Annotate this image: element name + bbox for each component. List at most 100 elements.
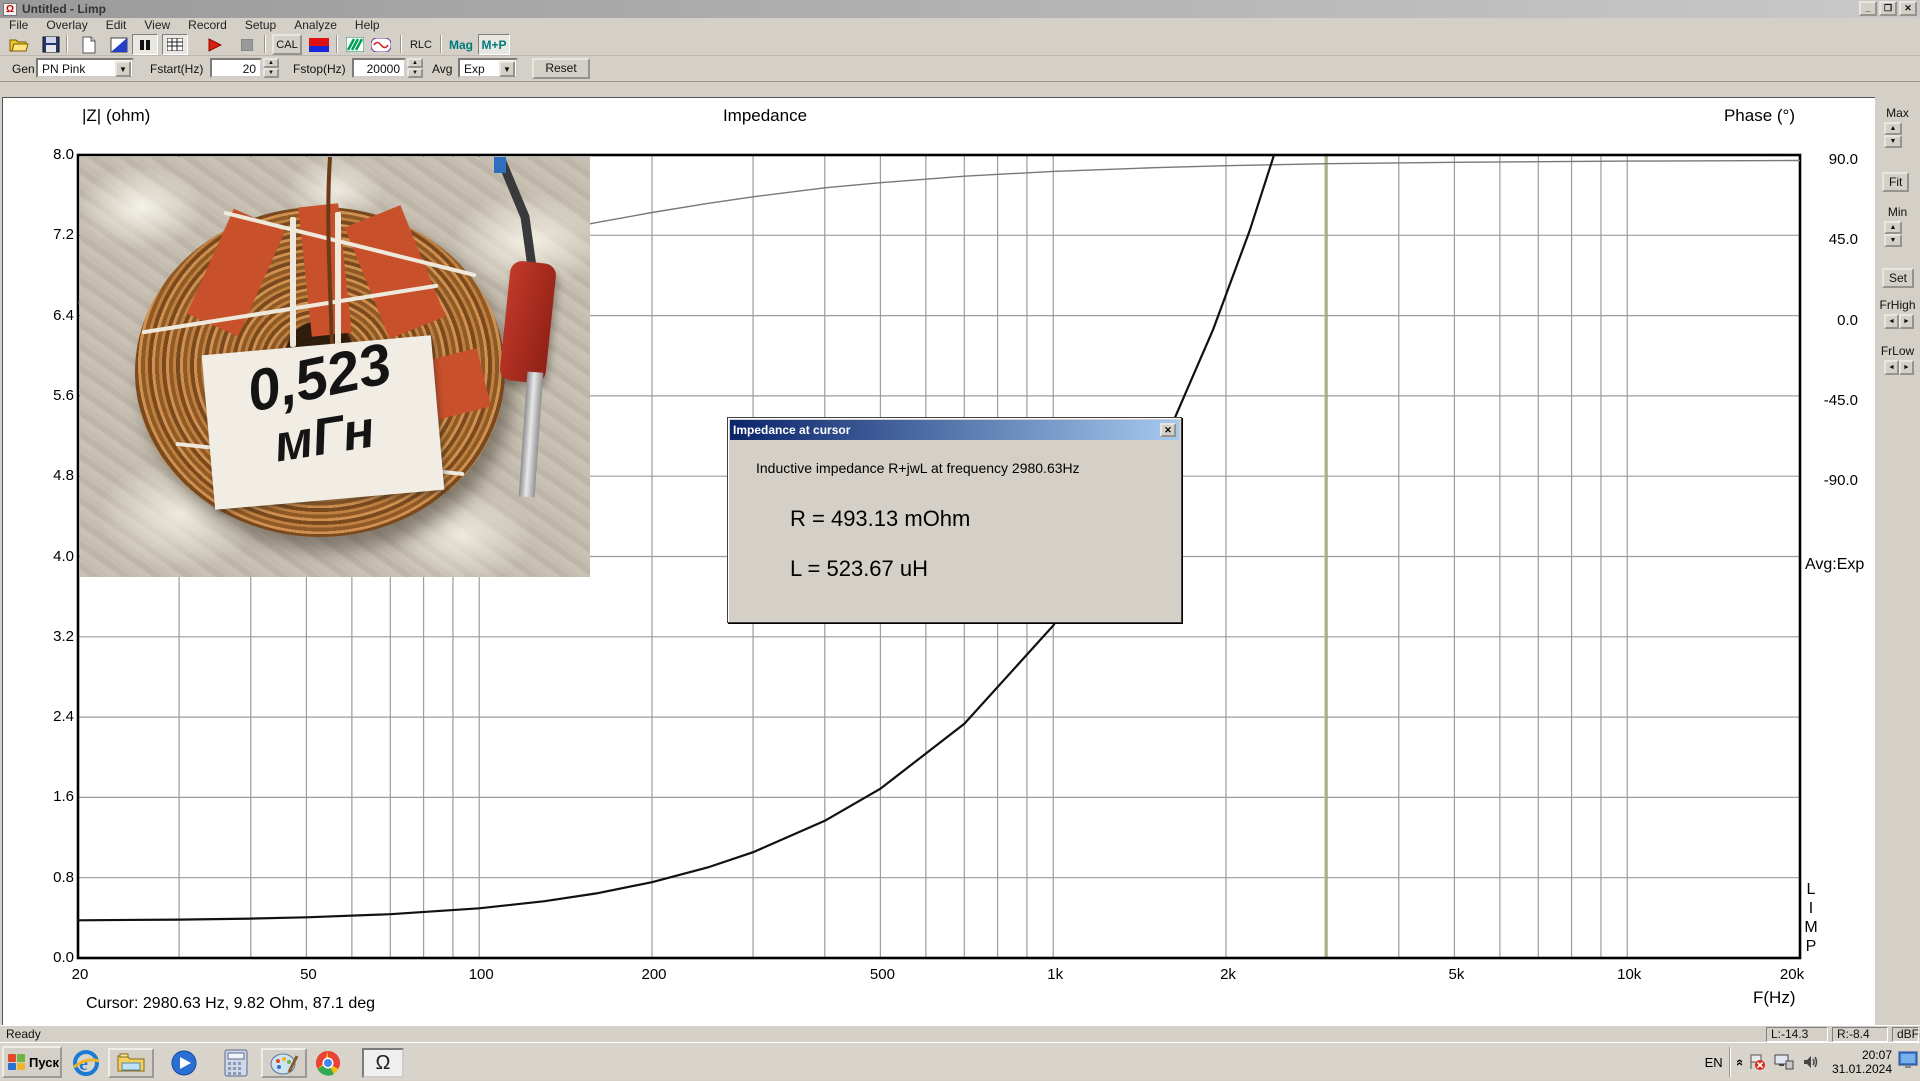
signal-generator-button[interactable] (368, 34, 394, 55)
app-omega-icon: Ω (3, 3, 17, 16)
restore-button[interactable]: ❐ (1879, 1, 1897, 16)
menu-item-overlay[interactable]: Overlay (37, 18, 96, 32)
freq-tick: 2k (1206, 966, 1250, 983)
background-color-toggle[interactable] (106, 34, 132, 55)
main-toolbar: CAL RLC Mag M+P (0, 32, 1920, 56)
menu-item-analyze[interactable]: Analyze (285, 18, 346, 32)
menu-item-setup[interactable]: Setup (236, 18, 285, 32)
gen-label: Gen (12, 62, 35, 76)
set-button[interactable]: Set (1882, 268, 1914, 288)
menu-bar: FileOverlayEditViewRecordSetupAnalyzeHel… (0, 18, 1920, 32)
magnitude-view-button[interactable]: Mag (446, 34, 476, 55)
level-left-cell: L:-14.3 (1766, 1027, 1828, 1042)
phase-tick: -90.0 (1808, 472, 1858, 489)
frhigh-arrows[interactable]: ◄► (1884, 314, 1914, 329)
freq-tick: 50 (286, 966, 330, 983)
fstop-input[interactable]: 20000 (352, 58, 406, 78)
language-indicator[interactable]: EN (1705, 1055, 1723, 1070)
menu-item-edit[interactable]: Edit (97, 18, 136, 32)
fit-button[interactable]: Fit (1882, 172, 1909, 192)
dialog-title-bar[interactable]: Impedance at cursor ✕ (730, 420, 1179, 440)
internet-explorer-icon[interactable]: e (70, 1048, 102, 1078)
z-tick: 6.4 (30, 307, 74, 324)
max-label: Max (1875, 106, 1920, 120)
paint-icon[interactable] (261, 1048, 307, 1078)
z-tick: 2.4 (30, 708, 74, 725)
x-axis-title: F(Hz) (1753, 988, 1795, 1008)
fstop-spinner[interactable]: ▲▼ (407, 58, 423, 78)
speaker-icon[interactable] (1802, 1054, 1822, 1070)
action-center-flag-icon[interactable] (1748, 1053, 1766, 1071)
chart-title: Impedance (600, 106, 930, 126)
menu-item-help[interactable]: Help (346, 18, 389, 32)
avg-select[interactable]: Exp ▼ (458, 58, 518, 78)
z-tick: 4.8 (30, 467, 74, 484)
coil-value-label: 0,523 мГн (202, 335, 445, 509)
calculator-icon[interactable] (220, 1048, 252, 1078)
freq-tick: 20 (58, 966, 102, 983)
freq-tick: 1k (1033, 966, 1077, 983)
freq-tick: 500 (860, 966, 904, 983)
menu-item-view[interactable]: View (135, 18, 179, 32)
inductor-photo: 0,523 мГн (80, 157, 590, 577)
chevron-down-icon[interactable]: ▼ (115, 61, 131, 77)
start-button[interactable]: Пуск (2, 1046, 62, 1078)
toolbar-separator (264, 35, 266, 53)
save-button[interactable] (38, 34, 64, 55)
fstart-input[interactable]: 20 (210, 58, 262, 78)
pause-button[interactable] (132, 34, 158, 55)
z-tick: 8.0 (30, 146, 74, 163)
minimize-button[interactable]: _ (1859, 1, 1877, 16)
toolbar-separator (400, 35, 402, 53)
z-tick: 4.0 (30, 548, 74, 565)
start-record-button[interactable] (202, 34, 228, 55)
dbfs-cell: dBFS (1892, 1027, 1919, 1042)
fstart-label: Fstart(Hz) (150, 62, 203, 76)
fstart-spinner[interactable]: ▲▼ (263, 58, 279, 78)
window-title: Untitled - Limp (22, 2, 106, 16)
taskbar-clock[interactable]: 20:07 31.01.2024 (1832, 1048, 1892, 1076)
frlow-arrows[interactable]: ◄► (1884, 360, 1914, 375)
network-icon[interactable] (1774, 1054, 1794, 1070)
dialog-title-text: Impedance at cursor (733, 423, 850, 437)
copy-page-button[interactable] (76, 34, 102, 55)
cal-button[interactable]: CAL (272, 34, 302, 55)
phase-tick: 0.0 (1808, 312, 1858, 329)
menu-item-file[interactable]: File (0, 18, 37, 32)
chrome-icon[interactable] (312, 1048, 344, 1078)
max-spinner[interactable]: ▲▼ (1884, 122, 1902, 148)
open-file-button[interactable] (6, 34, 32, 55)
phase-tick: 45.0 (1808, 231, 1858, 248)
colors-button[interactable] (306, 34, 332, 55)
avg-label: Avg (432, 62, 452, 76)
menu-item-record[interactable]: Record (179, 18, 236, 32)
fstop-label: Fstop(Hz) (293, 62, 346, 76)
system-tray: EN « 20:07 31.01.2024 (1705, 1043, 1920, 1081)
generator-toolbar: Gen PN Pink ▼ Fstart(Hz) 20 ▲▼ Fstop(Hz)… (0, 56, 1920, 82)
freq-tick: 100 (459, 966, 503, 983)
toolbar-separator (336, 35, 338, 53)
phase-axis-title: Phase (°) (1655, 106, 1795, 126)
show-desktop-icon[interactable] (1898, 1051, 1918, 1074)
tray-separator (1729, 1047, 1731, 1077)
mag-phase-view-button[interactable]: M+P (478, 34, 510, 55)
chevron-down-icon[interactable]: ▼ (499, 61, 515, 77)
table-view-button[interactable] (162, 34, 188, 55)
dialog-close-button[interactable]: ✕ (1160, 423, 1176, 437)
file-explorer-icon[interactable] (108, 1048, 154, 1078)
media-player-icon[interactable] (168, 1048, 200, 1078)
min-spinner[interactable]: ▲▼ (1884, 221, 1902, 247)
min-label: Min (1875, 205, 1920, 219)
status-bar: Ready L:-14.3 R:-8.4 dBFS (0, 1025, 1920, 1042)
generator-type-select[interactable]: PN Pink ▼ (36, 58, 134, 78)
reset-button[interactable]: Reset (532, 58, 590, 79)
limp-app-taskbar-button[interactable]: Ω (362, 1048, 404, 1078)
stop-record-button[interactable] (234, 34, 260, 55)
hidden-icons-chevron[interactable]: « (1733, 1058, 1748, 1065)
close-button[interactable]: ✕ (1899, 1, 1917, 16)
z-axis-title: |Z| (ohm) (82, 106, 150, 126)
phase-tick: -45.0 (1808, 392, 1858, 409)
freq-tick: 20k (1770, 966, 1814, 983)
rlc-button[interactable]: RLC (406, 34, 436, 55)
spectrum-button[interactable] (342, 34, 368, 55)
